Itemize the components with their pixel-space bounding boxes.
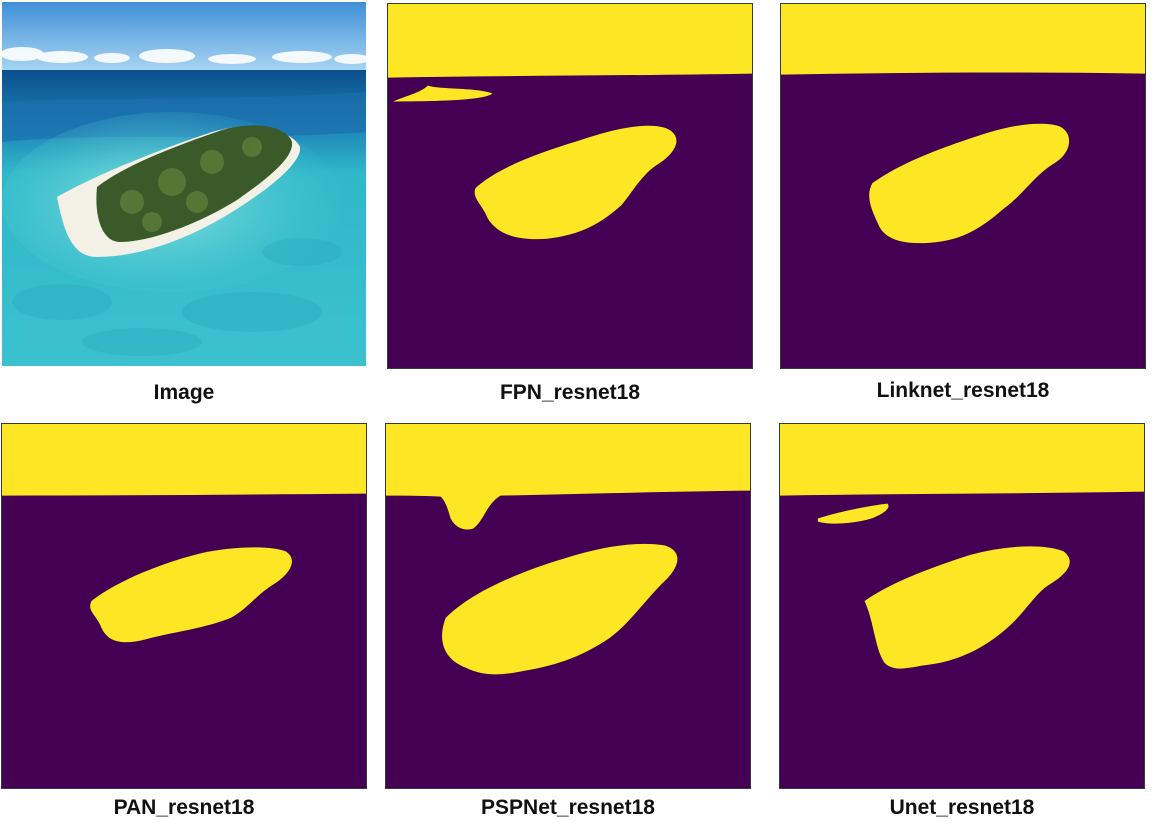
unet-mask-panel bbox=[779, 423, 1145, 789]
pspnet-mask-panel bbox=[385, 423, 751, 789]
caption-unet: Unet_resnet18 bbox=[889, 796, 1035, 819]
image-panel bbox=[2, 2, 366, 366]
pspnet-mask bbox=[386, 424, 750, 788]
caption-pspnet: PSPNet_resnet18 bbox=[481, 796, 655, 819]
pan-mask-panel bbox=[1, 423, 367, 789]
island-photo bbox=[2, 2, 366, 366]
caption-fpn: FPN_resnet18 bbox=[499, 381, 641, 404]
caption-image: Image bbox=[153, 381, 215, 404]
linknet-mask-panel bbox=[780, 3, 1146, 369]
fpn-mask bbox=[388, 4, 752, 368]
caption-pan: PAN_resnet18 bbox=[113, 796, 255, 819]
fpn-mask-panel bbox=[387, 3, 753, 369]
unet-mask bbox=[780, 424, 1144, 788]
pan-mask bbox=[2, 424, 366, 788]
linknet-mask bbox=[781, 4, 1145, 368]
caption-linknet: Linknet_resnet18 bbox=[876, 379, 1050, 402]
